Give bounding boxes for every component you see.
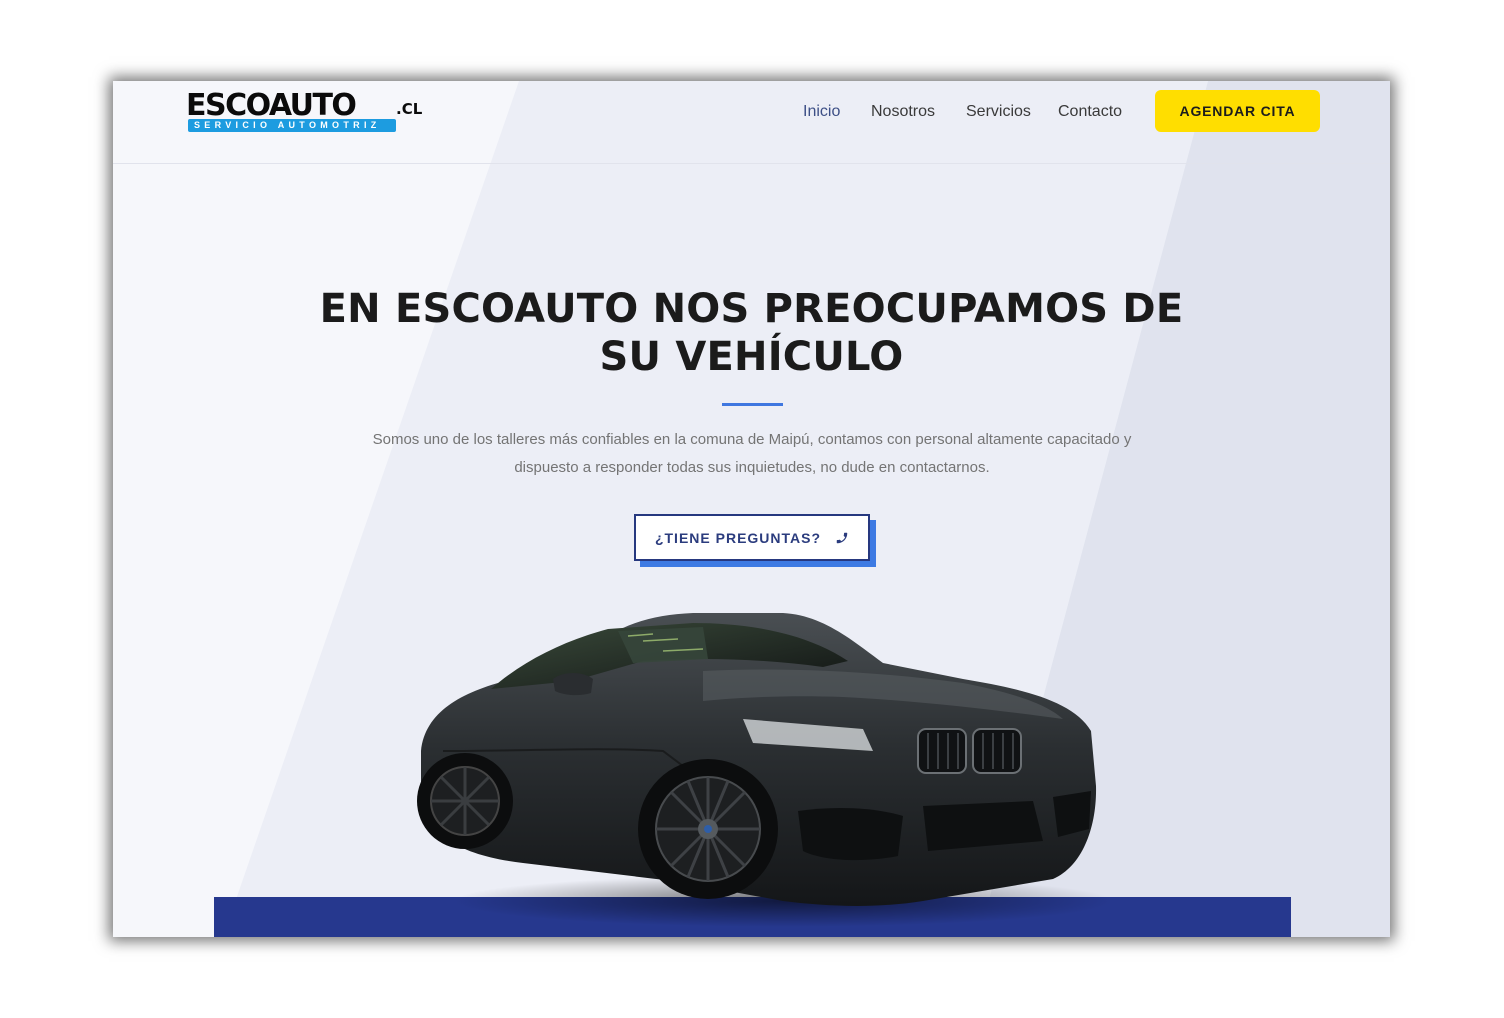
- hero-title-line-1: EN ESCOAUTO NOS PREOCUPAMOS DE: [319, 286, 1184, 332]
- nav-item-nosotros[interactable]: Nosotros: [871, 101, 935, 123]
- hero-description: Somos uno de los talleres más confiables…: [333, 426, 1171, 482]
- agendar-cita-button[interactable]: AGENDAR CITA: [1155, 90, 1320, 132]
- nav-item-servicios[interactable]: Servicios: [966, 101, 1031, 123]
- hero-description-line-2: dispuesto a responder todas sus inquietu…: [514, 459, 990, 476]
- phone-icon: [836, 532, 848, 543]
- title-divider: [722, 403, 783, 406]
- car-image: [417, 613, 1113, 927]
- site-header: ESCOAUTO .CL SERVICIO AUTOMOTRIZ Inicio …: [113, 81, 1390, 164]
- tiene-preguntas-button[interactable]: ¿TIENE PREGUNTAS?: [634, 514, 870, 561]
- nav-item-contacto[interactable]: Contacto: [1058, 101, 1122, 123]
- hero-title: EN ESCOAUTO NOS PREOCUPAMOS DE SU VEHÍCU…: [113, 285, 1390, 381]
- browser-viewport: ESCOAUTO .CL SERVICIO AUTOMOTRIZ Inicio …: [113, 81, 1390, 937]
- hero-title-line-2: SU VEHÍCULO: [599, 334, 904, 380]
- questions-button-wrapper: ¿TIENE PREGUNTAS?: [634, 514, 876, 567]
- nav-item-inicio[interactable]: Inicio: [803, 101, 840, 123]
- hero-description-line-1: Somos uno de los talleres más confiables…: [372, 431, 1132, 448]
- tiene-preguntas-label: ¿TIENE PREGUNTAS?: [654, 529, 822, 546]
